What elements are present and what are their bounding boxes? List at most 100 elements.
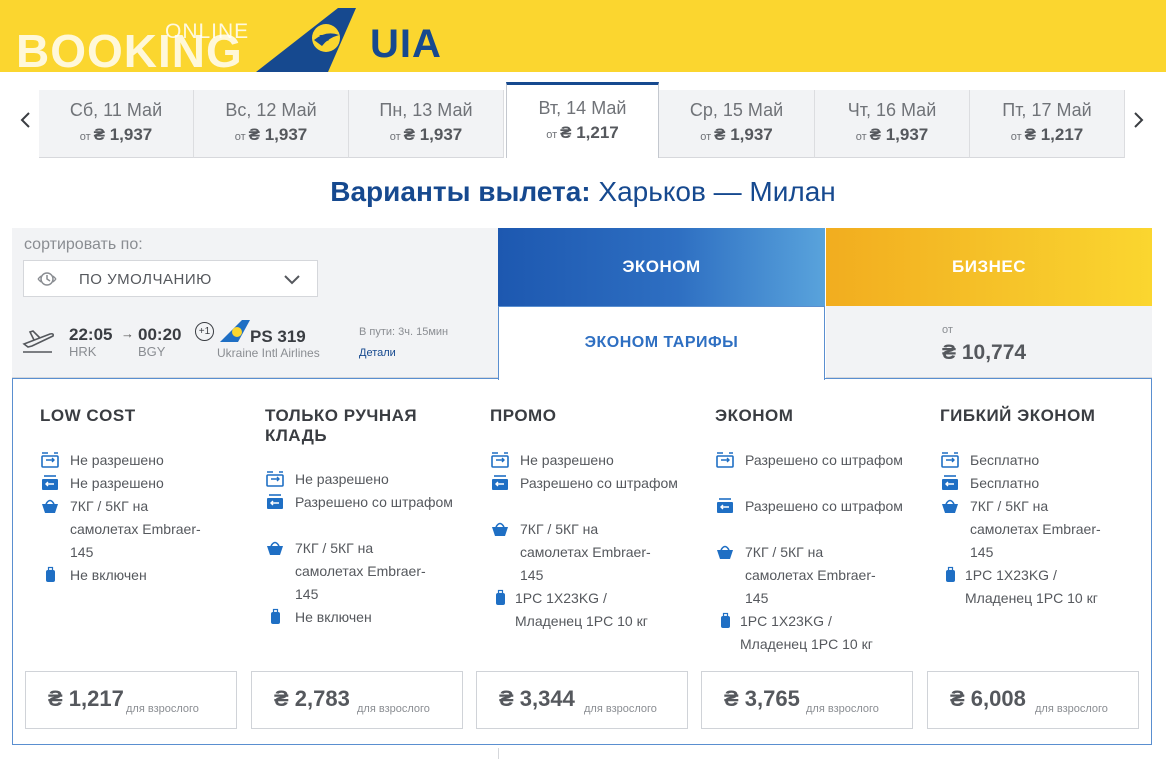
flight-row[interactable]: 22:05 → 00:20 +1 HRK BGY PS 319 Ukraine …	[12, 306, 498, 378]
fare-price: ₴ 3,765	[724, 686, 800, 711]
hand-bag-icon	[40, 497, 60, 522]
hand-bag-icon	[490, 520, 510, 545]
time-arrow-icon: →	[121, 326, 134, 341]
takeoff-plane-icon	[22, 330, 54, 353]
date-label: Вт, 14 Май	[538, 98, 627, 118]
fare-feature-text: 7КГ / 5КГ на самолетах Embraer-145	[745, 544, 876, 606]
date-price-value: ₴ 1,937	[869, 125, 929, 144]
ticket-refund-icon	[265, 493, 285, 518]
sort-panel: сортировать по: ПО УМОЛЧАНИЮ	[12, 228, 498, 306]
economy-tariffs-tab[interactable]: ЭКОНОМ ТАРИФЫ	[498, 306, 825, 380]
suitcase-icon	[40, 566, 60, 591]
ticket-change-icon	[490, 451, 510, 476]
date-label: Пн, 13 Май	[379, 100, 473, 120]
hand-bag-icon	[265, 539, 285, 564]
fare-price-button[interactable]: ₴ 1,217 для взрослого	[25, 671, 237, 729]
fare-feature-text: 7КГ / 5КГ на самолетах Embraer-145	[520, 521, 651, 583]
business-class-button[interactable]: БИЗНЕС	[826, 228, 1152, 306]
date-label: Пт, 17 Май	[1002, 100, 1092, 120]
fare-feature-text: 7КГ / 5КГ на самолетах Embraer-145	[70, 498, 201, 560]
departure-airport: HRK	[69, 344, 97, 359]
fare-price-note: для взрослого	[126, 703, 199, 715]
fare-panel: LOW COST Не разрешено Не разрешено 7КГ / 5К…	[12, 378, 1152, 745]
fare-price-note: для взрослого	[1035, 703, 1108, 715]
ticket-refund-icon	[40, 474, 60, 499]
date-label: Сб, 11 Май	[69, 100, 163, 120]
business-price-from: от	[942, 324, 953, 336]
ticket-change-icon	[40, 451, 60, 476]
title-prefix: Варианты вылета:	[330, 176, 591, 207]
ticket-refund-icon	[490, 474, 510, 499]
ticket-refund-icon	[715, 497, 735, 522]
page-title: Варианты вылета: Харьков — Милан	[0, 176, 1166, 208]
fare-feature-text: Разрешено со штрафом	[745, 452, 903, 468]
ticket-change-icon	[940, 451, 960, 476]
fare-feature-text: Не разрешено	[70, 452, 164, 468]
date-price-from: от	[546, 129, 558, 141]
brand-name: UIA	[370, 22, 442, 66]
fare-feature-text: Разрешено со штрафом	[745, 498, 903, 514]
date-price-from: от	[1010, 131, 1022, 143]
fare-feature-text: Разрешено со штрафом	[520, 475, 678, 491]
fare-price: ₴ 1,217	[48, 686, 124, 711]
date-price-from: от	[389, 131, 401, 143]
arrival-time: 00:20	[138, 325, 182, 344]
date-price: от ₴ 1,937	[815, 125, 969, 145]
flight-duration: В пути: 3ч. 15мин	[359, 326, 449, 338]
date-tab[interactable]: Чт, 16 Май от ₴ 1,937	[815, 90, 970, 158]
fare-feature-text: Разрешено со штрафом	[295, 494, 453, 510]
site-header: BOOKING ONLINE UIA	[0, 0, 1166, 72]
fare-feature-text: 1PC 1X23KG / Младенец 1PC 10 кг	[740, 613, 873, 652]
fare-price: ₴ 2,783	[274, 686, 350, 711]
fare-feature-text: 1PC 1X23KG / Младенец 1PC 10 кг	[965, 567, 1098, 606]
date-label: Вс, 12 Май	[225, 100, 317, 120]
fare-price-button[interactable]: ₴ 2,783 для взрослого	[251, 671, 463, 729]
online-wordmark: ONLINE	[165, 20, 250, 43]
hand-bag-icon	[940, 497, 960, 522]
business-price-cell[interactable]: от ₴ 10,774	[826, 306, 1152, 378]
date-tab[interactable]: Ср, 15 Май от ₴ 1,937	[659, 90, 815, 158]
fare-feature-text: Не включен	[295, 609, 372, 625]
date-tab[interactable]: Вс, 12 Май от ₴ 1,937	[194, 90, 349, 158]
date-tab[interactable]: Пн, 13 Май от ₴ 1,937	[349, 90, 504, 158]
date-tab-selected[interactable]: Вт, 14 Май от ₴ 1,217	[506, 82, 659, 158]
ticket-change-icon	[265, 470, 285, 495]
date-label: Чт, 16 Май	[847, 100, 937, 120]
airline-tail-icon	[220, 320, 250, 342]
title-route: Харьков — Милан	[598, 176, 836, 207]
date-price-value: ₴ 1,937	[714, 125, 773, 144]
flight-details-link[interactable]: Детали	[359, 347, 396, 359]
fare-feature-text: Не разрешено	[520, 452, 614, 468]
fare-name: ПРОМО	[490, 406, 557, 425]
date-price-from: от	[79, 131, 91, 143]
date-tab[interactable]: Пт, 17 Май от ₴ 1,217	[970, 90, 1125, 158]
sort-dropdown[interactable]: ПО УМОЛЧАНИЮ	[23, 260, 318, 297]
fare-feature-text: Бесплатно	[970, 452, 1040, 468]
fare-name: ЭКОНОМ	[715, 406, 794, 425]
fare-price: ₴ 6,008	[950, 686, 1026, 711]
next-dates-arrow-icon[interactable]	[1128, 108, 1148, 132]
suitcase-icon	[265, 608, 285, 633]
divider	[498, 748, 499, 759]
prev-dates-arrow-icon[interactable]	[16, 108, 36, 132]
fare-feature-text: Не разрешено	[70, 475, 164, 491]
date-tab[interactable]: Сб, 11 Май от ₴ 1,937	[39, 90, 194, 158]
date-price: от ₴ 1,937	[39, 125, 193, 145]
date-price: от ₴ 1,937	[659, 125, 814, 145]
fare-name: ТОЛЬКО РУЧНАЯ КЛАДЬ	[265, 406, 418, 445]
fare-price-button[interactable]: ₴ 3,344 для взрослого	[476, 671, 688, 729]
fare-price-button[interactable]: ₴ 3,765 для взрослого	[701, 671, 913, 729]
flight-number: PS 319	[250, 327, 306, 346]
airline-name: Ukraine Intl Airlines	[217, 346, 320, 360]
fare-feature-text: Не разрешено	[295, 471, 389, 487]
economy-class-button[interactable]: ЭКОНОМ	[498, 228, 825, 306]
date-price: от ₴ 1,217	[507, 123, 658, 143]
ticket-change-icon	[715, 451, 735, 476]
date-price-value: ₴ 1,217	[1024, 125, 1084, 144]
fare-price-button[interactable]: ₴ 6,008 для взрослого	[927, 671, 1139, 729]
fare-feature-text: 7КГ / 5КГ на самолетах Embraer-145	[970, 498, 1101, 560]
fare-price-note: для взрослого	[584, 703, 657, 715]
fare-name: LOW COST	[40, 406, 136, 425]
date-price: от ₴ 1,217	[970, 125, 1124, 145]
uia-tail-logo-icon	[256, 8, 356, 72]
